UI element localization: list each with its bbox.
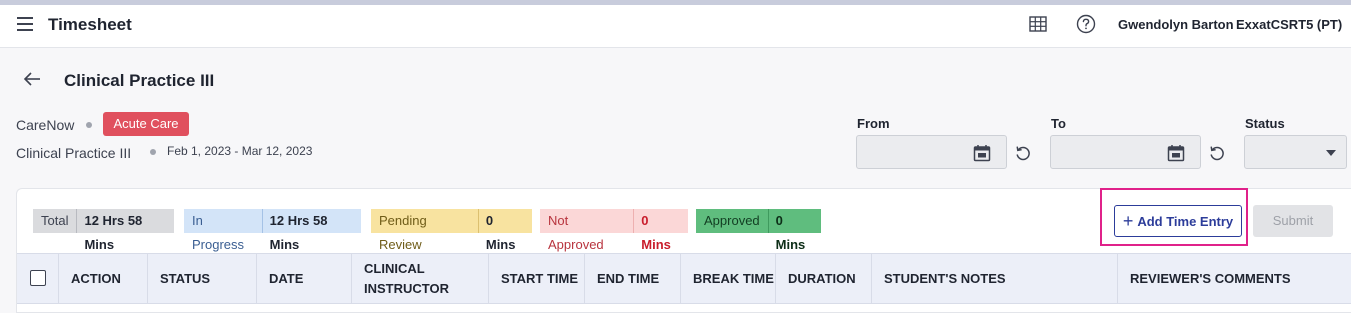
separator-dot <box>150 149 156 155</box>
from-label: From <box>857 116 890 131</box>
add-time-entry-button[interactable]: + Add Time Entry <box>1114 205 1242 237</box>
separator-dot <box>86 122 92 128</box>
select-all-checkbox[interactable] <box>30 270 46 286</box>
add-time-entry-label: Add Time Entry <box>1137 213 1234 229</box>
column-header[interactable]: CLINICAL INSTRUCTOR <box>351 254 488 303</box>
column-header[interactable]: START TIME <box>488 254 584 303</box>
column-header[interactable]: REVIEWER'S COMMENTS <box>1117 254 1351 303</box>
status-label: Status <box>1245 116 1285 131</box>
total-summary: Total 12 Hrs 58 Mins <box>33 209 174 252</box>
summary-value: 12 Hrs 58 Mins <box>76 209 174 252</box>
chevron-down-icon <box>1326 150 1336 156</box>
summary-value: 0 Mins <box>767 209 821 252</box>
submit-button[interactable]: Submit <box>1253 205 1333 237</box>
grid-apps-icon[interactable] <box>1029 16 1047 32</box>
course-name: Clinical Practice III <box>16 145 132 161</box>
calendar-icon[interactable] <box>973 144 991 162</box>
user-name[interactable]: Gwendolyn Barton <box>1118 17 1234 32</box>
reset-from-icon[interactable] <box>1014 144 1032 162</box>
column-header[interactable]: ACTION <box>58 254 147 303</box>
site-name: CareNow <box>16 117 75 133</box>
summary-value: 12 Hrs 58 Mins <box>261 209 361 252</box>
org-name[interactable]: ExxatCSRT5 (PT) <box>1236 17 1342 32</box>
date-range: Feb 1, 2023 - Mar 12, 2023 <box>167 144 313 158</box>
pending-review-summary: Pending Review 0 Mins <box>371 209 532 252</box>
summary-label: Total <box>41 213 69 228</box>
plus-icon: + <box>1122 211 1134 231</box>
table-header: ACTION STATUS DATE CLINICAL INSTRUCTOR S… <box>17 253 1351 304</box>
app-title: Timesheet <box>48 15 132 34</box>
back-arrow-icon[interactable] <box>23 70 41 88</box>
status-select[interactable] <box>1244 135 1347 169</box>
app-header: Timesheet Gwendolyn Barton ExxatCSRT5 (P… <box>0 5 1351 48</box>
hamburger-menu-icon[interactable] <box>17 17 33 31</box>
column-header[interactable]: STUDENT'S NOTES <box>871 254 1117 303</box>
column-header[interactable]: STATUS <box>147 254 256 303</box>
help-icon[interactable] <box>1076 14 1096 34</box>
approved-summary: Approved 0 Mins <box>696 209 821 252</box>
setting-tag: Acute Care <box>103 112 189 136</box>
to-date-field[interactable] <box>1050 135 1201 169</box>
reset-to-icon[interactable] <box>1208 144 1226 162</box>
summary-label: Approved <box>704 213 760 228</box>
summary-value: 0 Mins <box>477 209 532 252</box>
column-header[interactable]: END TIME <box>584 254 680 303</box>
summary-label: Not Approved <box>548 213 604 252</box>
from-date-field[interactable] <box>856 135 1007 169</box>
summary-value: 0 Mins <box>633 209 688 252</box>
to-label: To <box>1051 116 1066 131</box>
not-approved-summary: Not Approved 0 Mins <box>540 209 688 252</box>
select-all-cell <box>17 254 58 303</box>
page-title: Clinical Practice III <box>64 71 215 90</box>
in-progress-summary: In Progress 12 Hrs 58 Mins <box>184 209 361 252</box>
column-header[interactable]: BREAK TIME <box>680 254 775 303</box>
summary-label: Pending Review <box>379 213 427 252</box>
calendar-icon[interactable] <box>1167 144 1185 162</box>
column-header[interactable]: DURATION <box>775 254 871 303</box>
summary-label: In Progress <box>192 213 245 252</box>
column-header[interactable]: DATE <box>256 254 351 303</box>
